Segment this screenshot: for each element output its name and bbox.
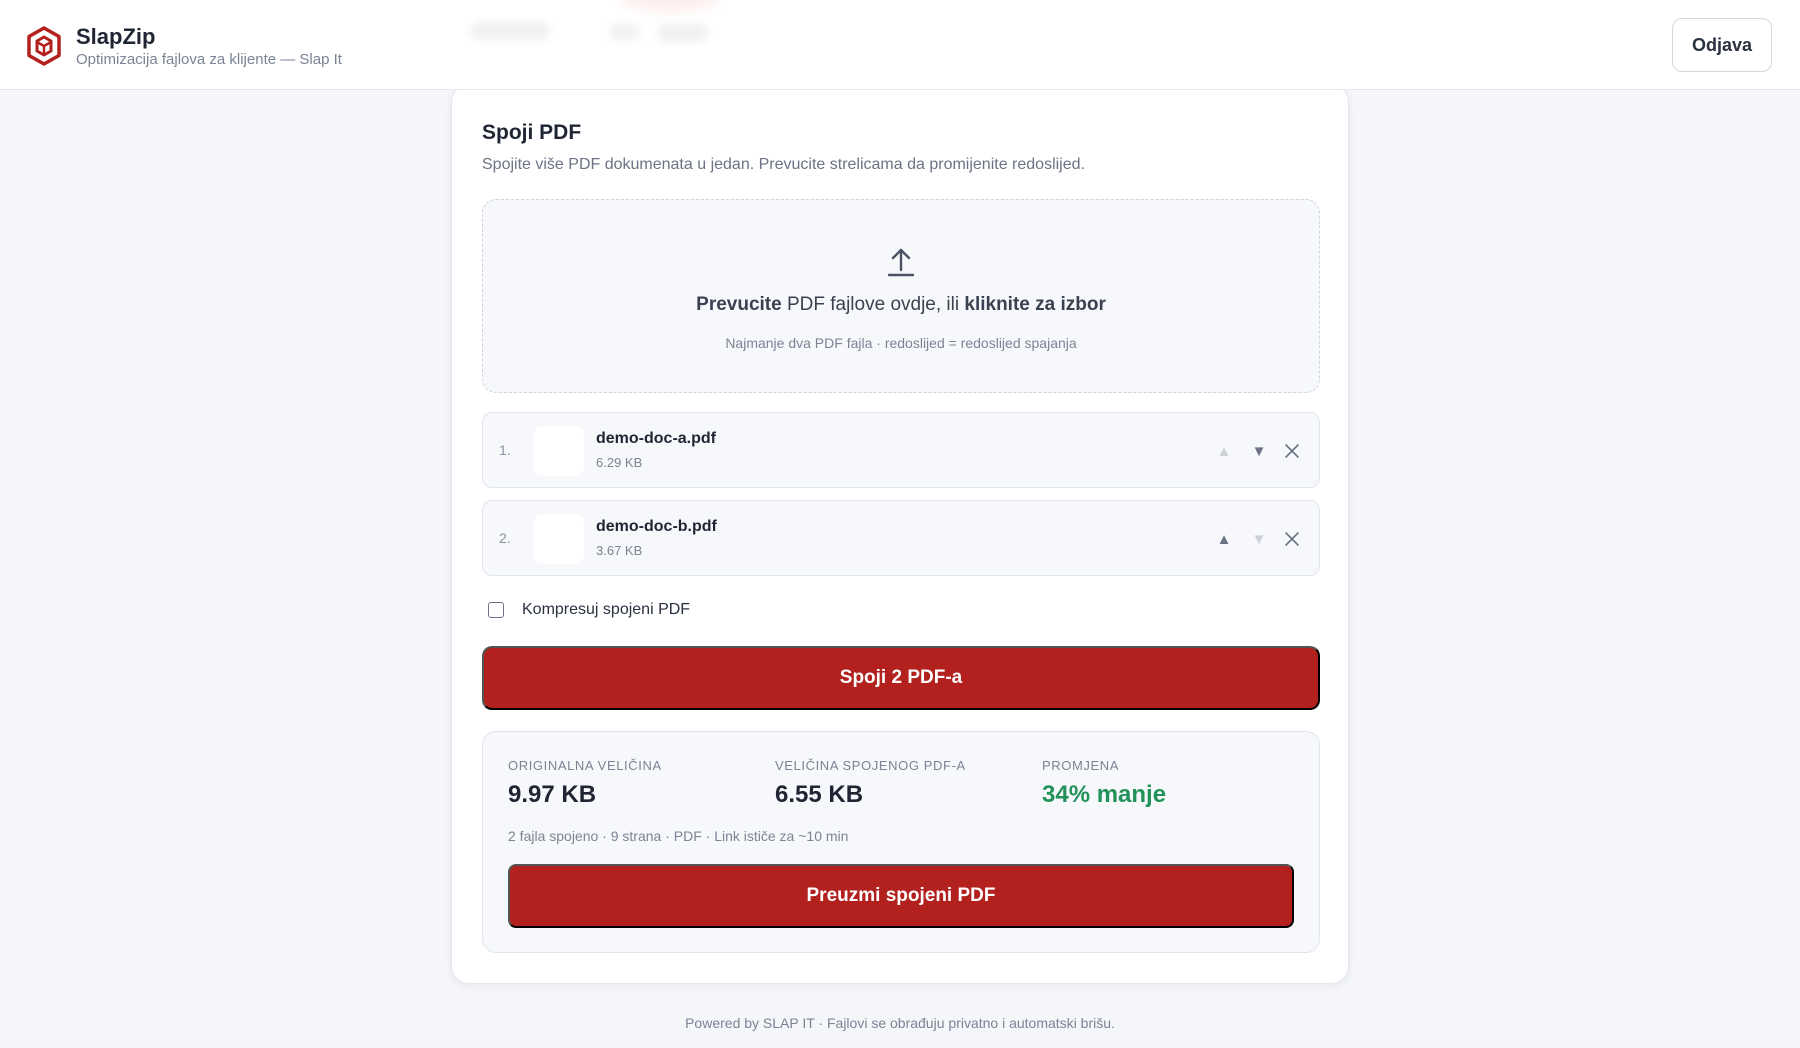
remove-file-button[interactable] bbox=[1278, 525, 1306, 553]
app-name: SlapZip bbox=[76, 24, 156, 49]
pdf-dropzone[interactable]: Prevucite PDF fajlove ovdje, ili kliknit… bbox=[482, 199, 1320, 393]
move-up-button[interactable]: ▲ bbox=[1210, 525, 1238, 553]
merge-pdf-card: Spoji PDF Spojite više PDF dokumenata u … bbox=[451, 84, 1349, 984]
stat-label: Veličina spojenog PDF-a bbox=[775, 758, 966, 773]
dropzone-instruction: Prevucite PDF fajlove ovdje, ili kliknit… bbox=[483, 294, 1319, 316]
card-title: Spoji PDF bbox=[482, 121, 582, 144]
change-stat: Promjena 34% manje bbox=[1042, 758, 1166, 809]
arrow-up-icon: ▲ bbox=[1216, 530, 1232, 548]
slapzip-logo-icon bbox=[27, 26, 61, 66]
faded-background-decoration bbox=[460, 0, 740, 60]
arrow-down-icon: ▼ bbox=[1251, 442, 1267, 460]
file-row: 1. demo-doc-a.pdf 6.29 KB ▲ ▼ bbox=[482, 412, 1320, 488]
close-icon bbox=[1285, 532, 1299, 546]
footer-text: Powered by SLAP IT · Fajlovi se obrađuju… bbox=[685, 1015, 1115, 1031]
download-button[interactable]: Preuzmi spojeni PDF bbox=[508, 864, 1294, 928]
card-description: Spojite više PDF dokumenata u jedan. Pre… bbox=[482, 156, 1085, 173]
compress-option[interactable]: Kompresuj spojeni PDF bbox=[488, 601, 690, 619]
stat-value: 9.97 KB bbox=[508, 781, 597, 808]
move-down-button[interactable]: ▼ bbox=[1245, 525, 1273, 553]
compress-label: Kompresuj spojeni PDF bbox=[522, 601, 691, 618]
file-size: 6.29 KB bbox=[596, 455, 643, 470]
original-size-stat: Originalna veličina 9.97 KB bbox=[508, 758, 662, 809]
faded-shape bbox=[658, 24, 708, 42]
dropzone-hint: Najmanje dva PDF fajla · redoslijed = re… bbox=[725, 335, 1077, 351]
merged-size-stat: Veličina spojenog PDF-a 6.55 KB bbox=[775, 758, 966, 809]
remove-file-button[interactable] bbox=[1278, 437, 1306, 465]
upload-icon bbox=[887, 248, 915, 277]
brand: SlapZip Optimizacija fajlova za klijente… bbox=[26, 24, 342, 70]
result-meta: 2 fajla spojeno · 9 strana · PDF · Link … bbox=[508, 828, 849, 844]
file-row: 2. demo-doc-b.pdf 3.67 KB ▲ ▼ bbox=[482, 500, 1320, 576]
file-size: 3.67 KB bbox=[596, 543, 643, 558]
app-subtitle: Optimizacija fajlova za klijente — Slap … bbox=[76, 51, 342, 68]
result-panel: Originalna veličina 9.97 KB Veličina spo… bbox=[482, 731, 1320, 953]
arrow-down-icon: ▼ bbox=[1251, 530, 1267, 548]
move-down-button[interactable]: ▼ bbox=[1245, 437, 1273, 465]
dropzone-middle-text: PDF fajlove ovdje, ili bbox=[781, 294, 965, 315]
compress-checkbox[interactable] bbox=[488, 602, 504, 618]
file-index: 2. bbox=[499, 530, 511, 546]
file-thumbnail bbox=[534, 426, 584, 476]
faded-blob bbox=[620, 0, 720, 12]
file-name: demo-doc-a.pdf bbox=[596, 430, 716, 447]
logout-button[interactable]: Odjava bbox=[1672, 18, 1772, 72]
faded-shape bbox=[610, 24, 640, 40]
dropzone-drag-text: Prevucite bbox=[696, 294, 782, 315]
stat-value: 6.55 KB bbox=[775, 781, 864, 808]
merge-button[interactable]: Spoji 2 PDF-a bbox=[482, 646, 1320, 710]
faded-shape bbox=[470, 22, 550, 40]
move-up-button[interactable]: ▲ bbox=[1210, 437, 1238, 465]
dropzone-click-text[interactable]: kliknite za izbor bbox=[964, 294, 1105, 315]
file-thumbnail bbox=[534, 514, 584, 564]
file-index: 1. bbox=[499, 442, 511, 458]
file-name: demo-doc-b.pdf bbox=[596, 518, 717, 535]
stat-label: Promjena bbox=[1042, 758, 1120, 773]
close-icon bbox=[1285, 444, 1299, 458]
arrow-up-icon: ▲ bbox=[1216, 442, 1232, 460]
stat-label: Originalna veličina bbox=[508, 758, 662, 773]
app-header: SlapZip Optimizacija fajlova za klijente… bbox=[0, 0, 1800, 90]
stat-value: 34% manje bbox=[1042, 781, 1167, 808]
